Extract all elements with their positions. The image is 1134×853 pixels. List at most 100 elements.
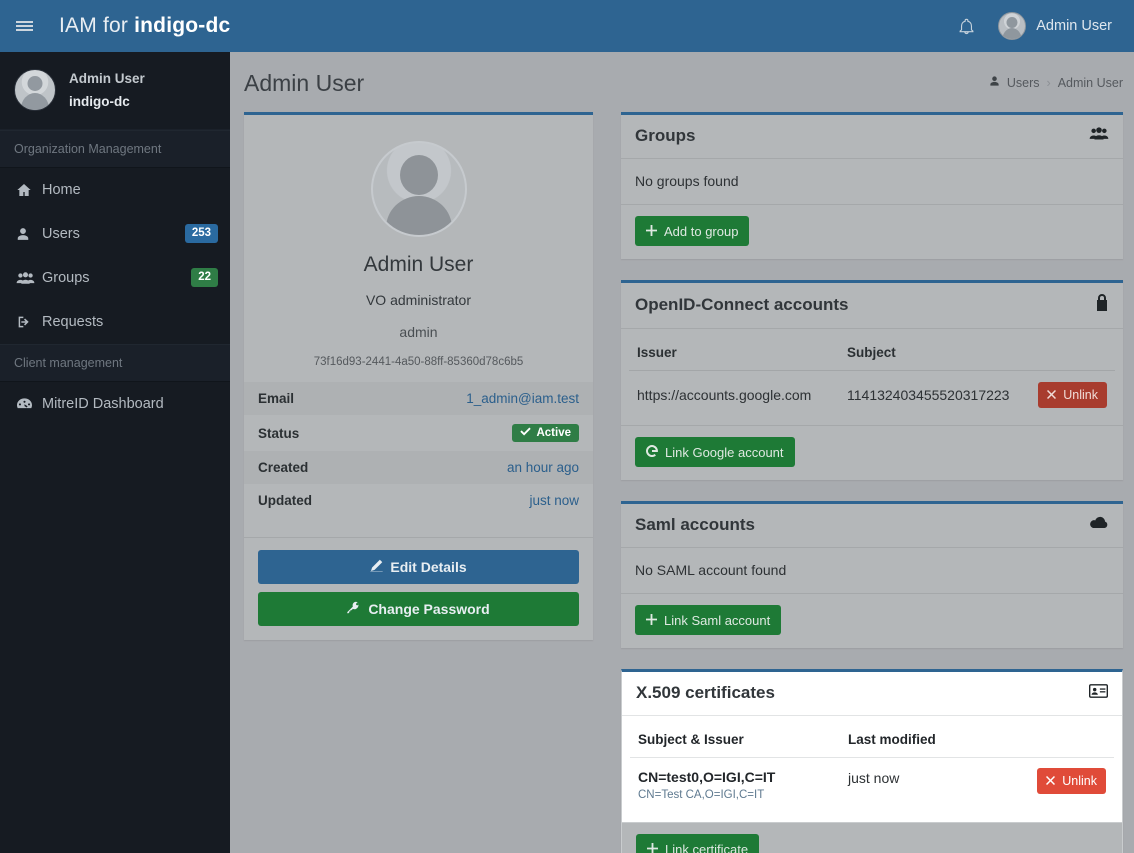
times-icon bbox=[1047, 388, 1056, 402]
edit-details-button[interactable]: Edit Details bbox=[258, 550, 579, 584]
sidebar: Admin User indigo-dc Organization Manage… bbox=[0, 52, 230, 853]
link-google-account-button[interactable]: Link Google account bbox=[635, 437, 795, 467]
main-content: Admin User Users › Admin User Admin User… bbox=[230, 52, 1134, 853]
accounts-column: Groups No groups found Add to group bbox=[621, 112, 1123, 853]
oidc-col-subject: Subject bbox=[839, 341, 1020, 371]
detail-row-email: Email 1_admin@iam.test bbox=[244, 382, 593, 415]
breadcrumb-users-link[interactable]: Users bbox=[1007, 76, 1040, 90]
x509-cell-subject: CN=test0,O=IGI,C=IT bbox=[638, 769, 832, 785]
sidebar-badge-users: 253 bbox=[185, 224, 218, 243]
detail-row-status: Status Active bbox=[244, 415, 593, 451]
link-saml-label: Link Saml account bbox=[664, 613, 770, 628]
x509-cell-issuer: CN=Test CA,O=IGI,C=IT bbox=[638, 789, 832, 801]
oidc-cell-issuer: https://accounts.google.com bbox=[629, 371, 839, 420]
add-to-group-label: Add to group bbox=[664, 224, 738, 239]
avatar bbox=[14, 69, 56, 111]
sidebar-user-name: Admin User bbox=[69, 68, 145, 91]
user-icon bbox=[989, 75, 1000, 90]
table-row: CN=test0,O=IGI,C=IT CN=Test CA,O=IGI,C=I… bbox=[630, 758, 1114, 813]
oidc-table-wrap: Issuer Subject https://accounts.google.c… bbox=[621, 329, 1123, 425]
profile-actions: Edit Details Change Password bbox=[244, 537, 593, 640]
sidebar-item-label: MitreID Dashboard bbox=[42, 396, 218, 412]
sidebar-item-label: Users bbox=[42, 226, 185, 242]
groups-panel-header: Groups bbox=[621, 115, 1123, 159]
lock-icon bbox=[1095, 294, 1109, 316]
users-icon bbox=[16, 270, 42, 286]
link-certificate-button[interactable]: Link certificate bbox=[636, 834, 759, 853]
sidebar-section-organization-management: Organization Management bbox=[0, 130, 230, 168]
sidebar-user-org: indigo-dc bbox=[69, 91, 145, 113]
users-icon bbox=[1089, 126, 1109, 146]
plus-icon bbox=[646, 224, 657, 239]
sidebar-item-home[interactable]: Home bbox=[0, 168, 230, 212]
oidc-panel-title: OpenID-Connect accounts bbox=[635, 295, 848, 315]
saml-empty-text: No SAML account found bbox=[621, 548, 1123, 593]
sidebar-item-requests[interactable]: Requests bbox=[0, 300, 230, 344]
x509-cell-last-modified: just now bbox=[840, 758, 1019, 813]
bell-icon[interactable] bbox=[944, 0, 988, 52]
breadcrumb-separator: › bbox=[1047, 76, 1051, 90]
table-row: https://accounts.google.com 114132403455… bbox=[629, 371, 1115, 420]
dashboard-icon bbox=[16, 396, 42, 412]
link-saml-account-button[interactable]: Link Saml account bbox=[635, 605, 781, 635]
top-header-bar: IAM for indigo-dc Admin User bbox=[0, 0, 1134, 52]
profile-name: Admin User bbox=[244, 253, 593, 277]
profile-column: Admin User VO administrator admin 73f16d… bbox=[244, 112, 593, 661]
header-right-tools: Admin User bbox=[944, 0, 1134, 52]
oidc-panel-footer: Link Google account bbox=[621, 425, 1123, 480]
link-google-label: Link Google account bbox=[665, 445, 784, 460]
add-to-group-button[interactable]: Add to group bbox=[635, 216, 749, 246]
oidc-table: Issuer Subject https://accounts.google.c… bbox=[629, 341, 1115, 419]
avatar bbox=[998, 12, 1026, 40]
unlink-certificate-button[interactable]: Unlink bbox=[1037, 768, 1106, 794]
user-menu[interactable]: Admin User bbox=[988, 0, 1134, 52]
unlink-oidc-button[interactable]: Unlink bbox=[1038, 382, 1107, 408]
hamburger-icon[interactable] bbox=[0, 0, 48, 52]
sidebar-item-label: Requests bbox=[42, 314, 218, 330]
x509-col-subject-issuer: Subject & Issuer bbox=[630, 728, 840, 758]
status-badge: Active bbox=[512, 424, 579, 442]
cloud-icon bbox=[1089, 516, 1109, 535]
user-icon bbox=[16, 226, 42, 242]
x509-panel-header: X.509 certificates bbox=[622, 672, 1122, 716]
link-certificate-label: Link certificate bbox=[665, 842, 748, 853]
sidebar-item-users[interactable]: Users 253 bbox=[0, 212, 230, 256]
detail-key: Email bbox=[258, 391, 294, 406]
sidebar-item-mitreid-dashboard[interactable]: MitreID Dashboard bbox=[0, 382, 230, 426]
sidebar-item-label: Groups bbox=[42, 270, 191, 286]
groups-panel-footer: Add to group bbox=[621, 204, 1123, 259]
sidebar-user-panel[interactable]: Admin User indigo-dc bbox=[0, 52, 230, 130]
detail-row-created: Created an hour ago bbox=[244, 451, 593, 484]
detail-value-updated: just now bbox=[529, 493, 579, 508]
sidebar-item-groups[interactable]: Groups 22 bbox=[0, 256, 230, 300]
header-user-name: Admin User bbox=[1036, 18, 1112, 34]
saml-panel-title: Saml accounts bbox=[635, 515, 755, 535]
change-password-button[interactable]: Change Password bbox=[258, 592, 579, 626]
oidc-panel: OpenID-Connect accounts Issuer Subject bbox=[621, 280, 1123, 480]
detail-key: Updated bbox=[258, 493, 312, 508]
plus-icon bbox=[646, 613, 657, 628]
unlink-label: Unlink bbox=[1062, 774, 1097, 788]
detail-key: Status bbox=[258, 426, 299, 441]
sidebar-item-label: Home bbox=[42, 182, 218, 198]
table-header-row: Subject & Issuer Last modified bbox=[630, 728, 1114, 758]
breadcrumb: Users › Admin User bbox=[989, 75, 1123, 92]
x509-panel: X.509 certificates Subject & Issuer Last… bbox=[621, 669, 1123, 853]
oidc-col-issuer: Issuer bbox=[629, 341, 839, 371]
edit-details-label: Edit Details bbox=[390, 559, 466, 575]
brand-name: indigo-dc bbox=[134, 14, 230, 37]
x509-panel-title: X.509 certificates bbox=[636, 683, 775, 703]
google-icon bbox=[646, 445, 658, 460]
pencil-icon bbox=[370, 559, 383, 575]
unlink-label: Unlink bbox=[1063, 388, 1098, 402]
profile-card: Admin User VO administrator admin 73f16d… bbox=[244, 112, 593, 640]
change-password-label: Change Password bbox=[368, 601, 489, 617]
sidebar-badge-groups: 22 bbox=[191, 268, 218, 287]
table-header-row: Issuer Subject bbox=[629, 341, 1115, 371]
home-icon bbox=[16, 182, 42, 198]
plus-icon bbox=[647, 842, 658, 853]
saml-panel-footer: Link Saml account bbox=[621, 593, 1123, 648]
detail-value-created: an hour ago bbox=[507, 460, 579, 475]
detail-value-email[interactable]: 1_admin@iam.test bbox=[466, 391, 579, 406]
sign-in-icon bbox=[16, 314, 42, 330]
